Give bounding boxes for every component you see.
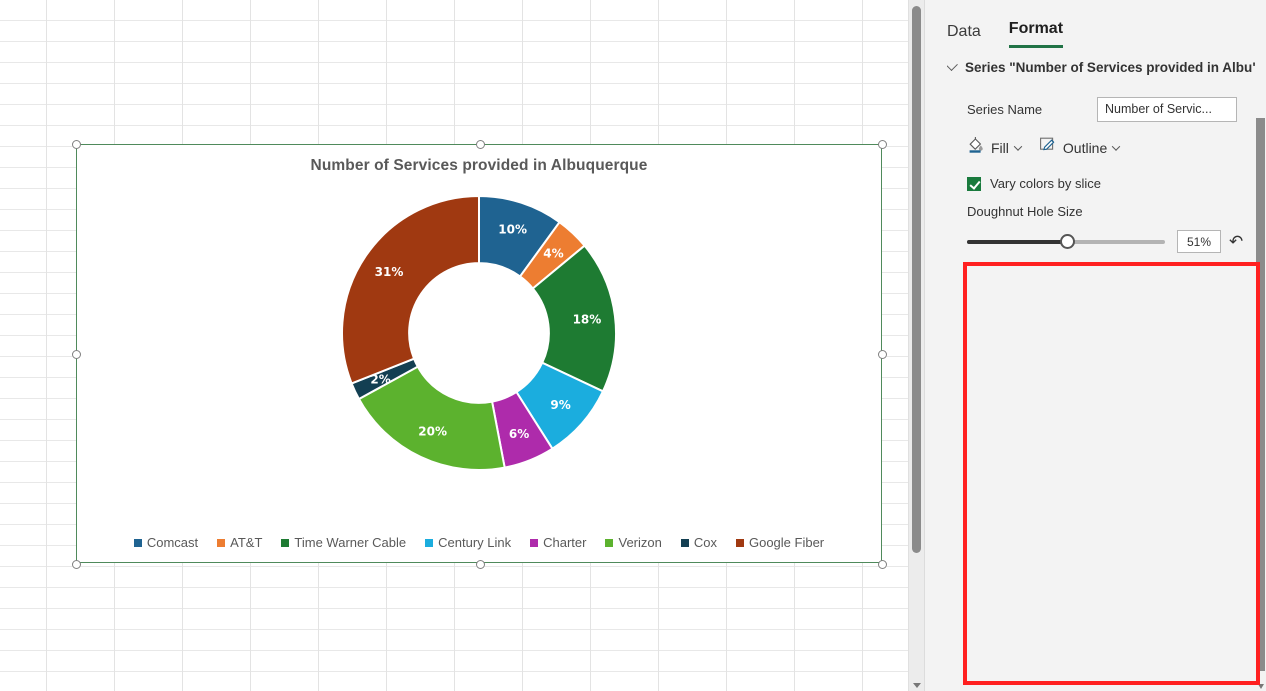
slider-thumb[interactable] (1060, 234, 1076, 249)
tab-format[interactable]: Format (1008, 20, 1064, 48)
fill-label: Fill (991, 139, 1009, 156)
slice-data-label: 2% (370, 372, 390, 386)
chart-object[interactable]: Number of Services provided in Albuquerq… (72, 140, 887, 569)
paint-bucket-icon (967, 136, 985, 159)
format-pane: Data Format Series "Number of Services p… (924, 0, 1266, 691)
legend-swatch-icon (217, 538, 226, 547)
doughnut-hole-size-label: Doughnut Hole Size (967, 204, 1083, 219)
reset-icon[interactable]: ↶ (1229, 232, 1243, 252)
outline-button[interactable]: Outline (1039, 136, 1121, 159)
doughnut-hole-size-row: 51% ↶ (967, 230, 1257, 253)
fill-button[interactable]: Fill (967, 136, 1023, 159)
doughnut-slice[interactable] (341, 194, 480, 385)
legend-label: Time Warner Cable (294, 535, 407, 550)
series-name-input[interactable]: Number of Servic... (1097, 97, 1237, 122)
resize-handle-bottom-left[interactable] (72, 560, 81, 569)
series-name-row: Series Name Number of Servic... (967, 97, 1266, 122)
tab-data[interactable]: Data (947, 23, 981, 48)
doughnut-hole-slider[interactable] (967, 234, 1165, 249)
legend-swatch-icon (425, 538, 434, 547)
legend-swatch-icon (735, 538, 744, 547)
resize-handle-bottom-center[interactable] (476, 560, 485, 569)
worksheet-vertical-scrollbar[interactable] (908, 0, 924, 691)
slice-data-label: 31% (375, 265, 404, 279)
series-name-label: Series Name (967, 102, 1043, 117)
slice-data-label: 9% (550, 398, 570, 412)
resize-handle-top-center[interactable] (476, 140, 485, 149)
scroll-down-arrow-icon[interactable] (913, 683, 921, 688)
resize-handle-top-right[interactable] (878, 140, 887, 149)
series-section-title: Series "Number of Services provided in A… (965, 60, 1259, 75)
pane-scrollbar-thumb[interactable] (1256, 118, 1265, 671)
fill-outline-row: Fill Outline (967, 136, 1121, 159)
doughnut-chart[interactable]: 10% 4% 18% 9% 6% 20% 2% 31% (339, 193, 619, 473)
vary-colors-row[interactable]: Vary colors by slice (967, 176, 1101, 191)
outline-chevron-down-icon[interactable] (1112, 141, 1121, 151)
legend-item[interactable]: Google Fiber (735, 535, 825, 550)
legend-label: Verizon (618, 535, 662, 550)
pane-tabs: Data Format (947, 20, 1064, 48)
legend-label: Comcast (146, 535, 199, 550)
legend-swatch-icon (281, 538, 290, 547)
legend-swatch-icon (133, 538, 142, 547)
worksheet-scrollbar-thumb[interactable] (912, 6, 921, 553)
pane-vertical-scrollbar[interactable] (1255, 0, 1266, 691)
chevron-down-icon[interactable] (947, 60, 958, 72)
doughnut-hole-size-value[interactable]: 51% (1177, 230, 1221, 253)
outline-label: Outline (1062, 139, 1108, 156)
slice-data-label: 6% (509, 427, 529, 441)
legend-swatch-icon (605, 538, 614, 547)
excel-chart-editor: Number of Services provided in Albuquerq… (0, 0, 1266, 691)
resize-handle-middle-left[interactable] (72, 350, 81, 359)
chart-title: Number of Services provided in Albuquerq… (310, 157, 648, 174)
vary-colors-checkbox[interactable] (967, 176, 981, 191)
resize-handle-bottom-right[interactable] (878, 560, 887, 569)
slice-data-label: 20% (418, 424, 447, 438)
doughnut-slices[interactable] (341, 194, 617, 471)
legend-label: AT&T (230, 535, 263, 550)
legend-label: Century Link (438, 535, 512, 550)
fill-chevron-down-icon[interactable] (1013, 141, 1023, 151)
slice-data-label: 18% (573, 312, 602, 326)
chart-legend[interactable]: Comcast AT&T Time Warner Cable Century Link… (77, 535, 881, 550)
pen-outline-icon (1039, 136, 1057, 159)
legend-item[interactable]: Century Link (425, 535, 511, 550)
legend-item[interactable]: Time Warner Cable (281, 535, 406, 550)
legend-swatch-icon (530, 538, 539, 547)
resize-handle-top-left[interactable] (72, 140, 81, 149)
pane-scroll-down-arrow-icon[interactable] (1258, 684, 1264, 689)
legend-label: Charter (543, 535, 587, 550)
slider-filled-track (967, 239, 1068, 244)
slice-data-label: 4% (543, 247, 563, 261)
legend-swatch-icon (680, 538, 689, 547)
legend-item[interactable]: Charter (530, 535, 586, 550)
legend-item[interactable]: Verizon (605, 535, 662, 550)
legend-label: Google Fiber (748, 535, 825, 550)
vary-colors-label: Vary colors by slice (990, 176, 1102, 191)
resize-handle-middle-right[interactable] (878, 350, 887, 359)
legend-item[interactable]: Cox (680, 535, 717, 550)
series-section-header[interactable]: Series "Number of Services provided in A… (947, 60, 1266, 75)
legend-label: Cox (693, 535, 717, 550)
doughnut-svg: 10% 4% 18% 9% 6% 20% 2% 31% (341, 194, 617, 471)
legend-item[interactable]: AT&T (217, 535, 262, 550)
slice-data-label: 10% (498, 223, 527, 237)
legend-item[interactable]: Comcast (133, 535, 199, 550)
